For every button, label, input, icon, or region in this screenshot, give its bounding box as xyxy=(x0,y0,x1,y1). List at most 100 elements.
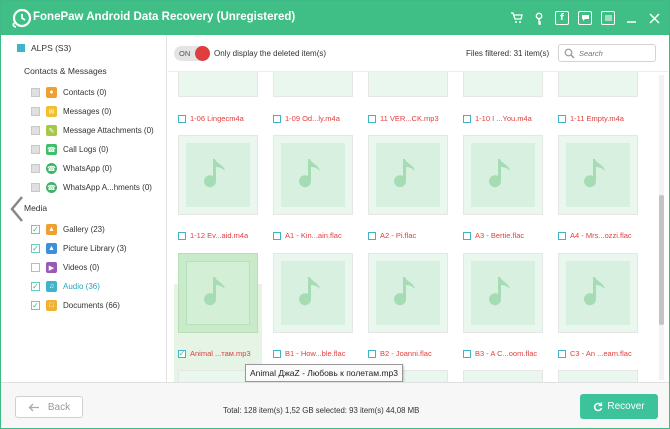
section-contacts-messages: Contacts & Messages xyxy=(24,66,107,76)
key-icon[interactable] xyxy=(532,11,546,25)
file-name: A4 - Mrs...ozzi.flac xyxy=(570,231,632,240)
recover-button[interactable]: Recover xyxy=(580,394,658,419)
file-thumbnail[interactable] xyxy=(463,135,543,215)
file-name: 1-06 Lingecm4a xyxy=(190,114,244,123)
file-item[interactable]: 11 VER...CK.mp3 xyxy=(368,114,439,123)
facebook-icon[interactable]: f xyxy=(555,11,569,25)
checkbox[interactable] xyxy=(31,263,40,272)
sidebar-item-videos[interactable]: ▶ Videos (0) xyxy=(31,262,99,273)
document-icon: □ xyxy=(46,300,57,311)
file-item[interactable]: A2 - Pi.flac xyxy=(368,231,416,240)
file-checkbox[interactable] xyxy=(558,114,566,123)
file-item[interactable]: 1-06 Lingecm4a xyxy=(178,114,244,123)
phone-icon: ☎ xyxy=(46,144,57,155)
search-box[interactable] xyxy=(558,44,656,62)
file-thumbnail[interactable] xyxy=(178,72,258,97)
close-icon[interactable] xyxy=(647,11,661,25)
sidebar-item-whatsapp[interactable]: ☎ WhatsApp (0) xyxy=(31,163,112,174)
file-thumbnail-selected[interactable] xyxy=(178,253,258,333)
sidebar-item-contacts[interactable]: ● Contacts (0) xyxy=(31,87,107,98)
menu-icon[interactable] xyxy=(601,11,615,25)
file-checkbox[interactable] xyxy=(178,231,186,240)
file-checkbox[interactable] xyxy=(463,349,471,358)
file-checkbox[interactable] xyxy=(368,231,376,240)
cart-icon[interactable] xyxy=(509,11,523,25)
file-thumbnail[interactable] xyxy=(463,72,543,97)
file-item[interactable]: C3 - An ...eam.flac xyxy=(558,349,632,358)
file-item[interactable]: B3 - A C...oom.flac xyxy=(463,349,537,358)
sidebar-item-label: WhatsApp A...hments (0) xyxy=(63,183,152,192)
file-item[interactable]: 1-09 Od...ly.m4a xyxy=(273,114,340,123)
chat-icon[interactable] xyxy=(578,11,592,25)
back-button[interactable]: Back xyxy=(15,396,83,418)
file-name: 11 VER...CK.mp3 xyxy=(380,114,439,123)
sidebar-item-message-attachments[interactable]: ✎ Message Attachments (0) xyxy=(31,125,154,136)
deleted-only-toggle[interactable]: ON xyxy=(174,46,210,61)
sidebar-item-whatsapp-attachments[interactable]: ☎ WhatsApp A...hments (0) xyxy=(31,182,152,193)
device-item[interactable]: ALPS (S3) xyxy=(17,43,71,53)
scrollbar-thumb[interactable] xyxy=(659,195,664,325)
vertical-scrollbar[interactable] xyxy=(659,75,664,380)
checkbox[interactable]: ✓ xyxy=(31,301,40,310)
file-thumbnail[interactable] xyxy=(558,72,638,97)
back-label: Back xyxy=(47,401,71,413)
file-checkbox[interactable] xyxy=(178,114,186,123)
file-checkbox[interactable] xyxy=(558,231,566,240)
checkbox[interactable] xyxy=(31,88,40,97)
file-name: C3 - An ...eam.flac xyxy=(570,349,632,358)
recover-icon xyxy=(594,402,603,411)
file-item[interactable]: 1-12 Ev...aid.m4a xyxy=(178,231,248,240)
checkbox[interactable] xyxy=(31,145,40,154)
file-item[interactable]: A4 - Mrs...ozzi.flac xyxy=(558,231,632,240)
picture-icon: ▲ xyxy=(46,243,57,254)
file-thumbnail[interactable] xyxy=(368,72,448,97)
music-note-icon xyxy=(204,159,225,188)
file-checkbox[interactable] xyxy=(368,349,376,358)
file-checkbox[interactable] xyxy=(273,349,281,358)
file-checkbox[interactable] xyxy=(368,114,376,123)
file-thumbnail[interactable] xyxy=(273,135,353,215)
checkbox[interactable] xyxy=(31,183,40,192)
file-thumbnail[interactable] xyxy=(558,253,638,333)
file-checkbox[interactable] xyxy=(273,231,281,240)
checkbox[interactable] xyxy=(31,107,40,116)
checkbox[interactable] xyxy=(31,164,40,173)
checkbox[interactable]: ✓ xyxy=(31,244,40,253)
file-checkbox[interactable] xyxy=(463,114,471,123)
file-thumbnail[interactable] xyxy=(463,370,543,382)
file-thumbnail[interactable] xyxy=(463,253,543,333)
file-checkbox[interactable] xyxy=(558,349,566,358)
file-thumbnail[interactable] xyxy=(368,135,448,215)
sidebar-item-label: WhatsApp (0) xyxy=(63,164,112,173)
file-item[interactable]: A3 - Bertie.flac xyxy=(463,231,524,240)
sidebar-item-audio[interactable]: ✓ ♫ Audio (36) xyxy=(31,281,100,292)
file-thumbnail[interactable] xyxy=(273,253,353,333)
file-checkbox-checked[interactable]: ✓ xyxy=(178,349,186,358)
file-item-selected[interactable]: ✓ Animal ...там.mp3 xyxy=(178,349,251,358)
sidebar-item-call-logs[interactable]: ☎ Call Logs (0) xyxy=(31,144,108,155)
file-item[interactable]: B2 - Joanni.flac xyxy=(368,349,432,358)
file-thumbnail[interactable] xyxy=(558,135,638,215)
file-checkbox[interactable] xyxy=(463,231,471,240)
collapse-arrow-icon[interactable] xyxy=(9,195,25,223)
sidebar-item-documents[interactable]: ✓ □ Documents (66) xyxy=(31,300,120,311)
sidebar-item-messages[interactable]: ✉ Messages (0) xyxy=(31,106,111,117)
checkbox[interactable] xyxy=(31,126,40,135)
minimize-icon[interactable] xyxy=(624,11,638,25)
file-item[interactable]: 1-11 Empty.m4a xyxy=(558,114,624,123)
file-item[interactable]: 1-10 I ...You.m4a xyxy=(463,114,532,123)
file-thumbnail[interactable] xyxy=(558,370,638,382)
file-thumbnail[interactable] xyxy=(368,253,448,333)
message-icon: ✉ xyxy=(46,106,57,117)
file-thumbnail[interactable] xyxy=(178,135,258,215)
sidebar-item-picture-library[interactable]: ✓ ▲ Picture Library (3) xyxy=(31,243,127,254)
file-thumbnail[interactable] xyxy=(273,72,353,97)
checkbox[interactable]: ✓ xyxy=(31,282,40,291)
checkbox[interactable]: ✓ xyxy=(31,225,40,234)
search-input[interactable] xyxy=(579,47,653,59)
file-item[interactable]: A1 - Kin...ain.flac xyxy=(273,231,342,240)
file-checkbox[interactable] xyxy=(273,114,281,123)
file-item[interactable]: B1 - How...ble.flac xyxy=(273,349,345,358)
device-checkbox[interactable] xyxy=(17,44,25,52)
sidebar-item-gallery[interactable]: ✓ ▲ Gallery (23) xyxy=(31,224,105,235)
